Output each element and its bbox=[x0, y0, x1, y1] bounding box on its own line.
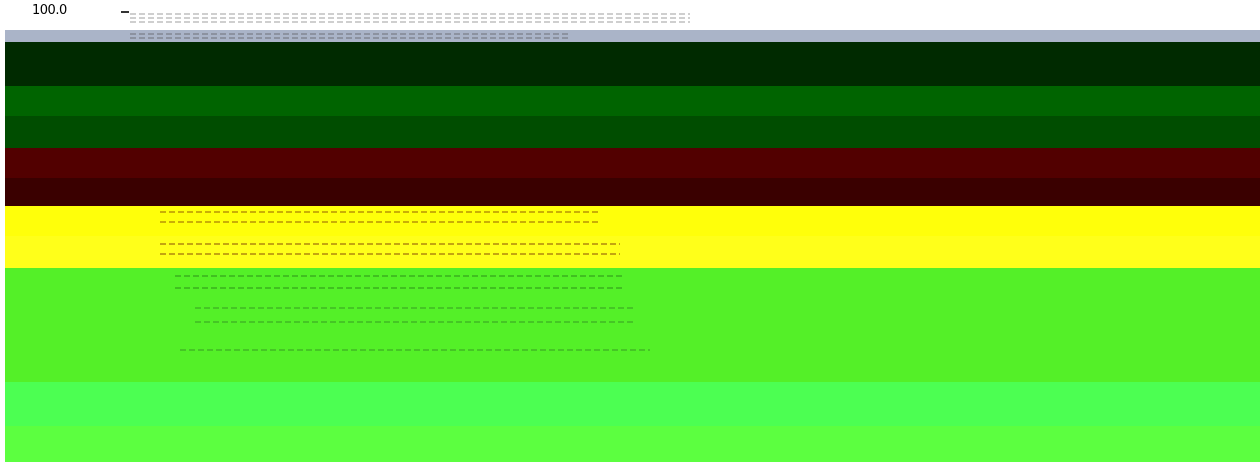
heatmap-band-6 bbox=[5, 178, 1260, 206]
heatmap-band-3 bbox=[5, 86, 1260, 116]
heatmap-band-1 bbox=[5, 30, 1260, 42]
heatmap-figure: 100.0 bbox=[0, 0, 1260, 463]
heatmap-band-11 bbox=[5, 426, 1260, 462]
heatmap-band-4 bbox=[5, 116, 1260, 148]
heatmap-band-8 bbox=[5, 236, 1260, 268]
heatmap-chart bbox=[5, 13, 1260, 462]
heatmap-band-7 bbox=[5, 206, 1260, 236]
heatmap-band-2 bbox=[5, 42, 1260, 86]
heatmap-band-9 bbox=[5, 268, 1260, 382]
heatmap-band-5 bbox=[5, 148, 1260, 178]
heatmap-band-10 bbox=[5, 382, 1260, 426]
